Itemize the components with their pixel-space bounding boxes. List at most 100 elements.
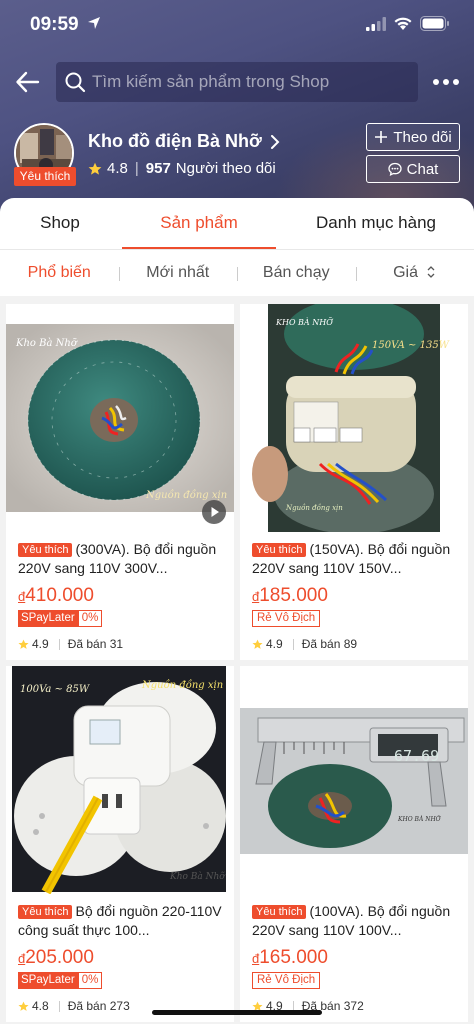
favorite-shop-badge: Yêu thích bbox=[14, 167, 76, 186]
status-bar: 09:59 bbox=[0, 0, 474, 50]
video-play-icon[interactable] bbox=[202, 500, 226, 524]
tab-categories[interactable]: Danh mục hàng bbox=[278, 198, 474, 249]
shop-info: Yêu thích Kho đồ điện Bà Nhỡ 4.8 | 957 N… bbox=[0, 123, 474, 193]
star-icon bbox=[252, 639, 263, 649]
image-caption-shop: KHO BÀ NHỠ bbox=[276, 318, 333, 327]
best-price-label: Rẻ Vô Địch bbox=[252, 972, 321, 989]
search-icon bbox=[65, 72, 86, 93]
sort-price-label: Giá bbox=[393, 264, 418, 281]
best-price-label: Rẻ Vô Địch bbox=[252, 610, 321, 627]
shop-stats: 4.8 | 957 Người theo dõi bbox=[88, 160, 276, 177]
sold-count: Đã bán 273 bbox=[58, 1000, 130, 1012]
product-card[interactable]: 67.69 KHO BÀ NHỠ Yêu thích (100VA). Bộ đổ… bbox=[240, 666, 468, 1022]
star-icon bbox=[18, 639, 29, 649]
price-value: 205.000 bbox=[25, 947, 94, 968]
product-price: đ410.000 bbox=[18, 585, 94, 607]
tab-products[interactable]: Sản phẩm bbox=[120, 198, 278, 249]
transformer-photo bbox=[6, 666, 234, 894]
product-image: 100Va ~ 85W Nguồn đồng xịn Kho Bà Nhỡ bbox=[6, 666, 234, 894]
product-price: đ165.000 bbox=[252, 947, 328, 969]
product-price: đ185.000 bbox=[252, 585, 328, 607]
sort-popular[interactable]: Phổ biến bbox=[0, 264, 119, 282]
favorite-tag: Yêu thích bbox=[18, 905, 73, 919]
spaylater-label: SPayLater bbox=[18, 972, 78, 989]
tab-shop[interactable]: Shop bbox=[0, 198, 120, 249]
more-options-icon[interactable] bbox=[432, 72, 460, 92]
sold-count: Đã bán 31 bbox=[58, 638, 123, 650]
promo-badge: Rẻ Vô Địch bbox=[252, 972, 321, 989]
product-image: Kho Bà Nhỡ Nguồn đồng xịn bbox=[6, 304, 234, 532]
product-title: Yêu thích (100VA). Bộ đổi nguồn 220V sang… bbox=[252, 902, 460, 940]
product-price: đ205.000 bbox=[18, 947, 94, 969]
cellular-signal-icon bbox=[366, 17, 386, 31]
star-icon bbox=[88, 162, 102, 175]
sort-best-selling[interactable]: Bán chạy bbox=[237, 264, 356, 282]
sort-arrows-icon bbox=[427, 266, 435, 278]
home-indicator[interactable] bbox=[152, 1010, 322, 1015]
spaylater-label: SPayLater bbox=[18, 610, 78, 627]
product-rating: 4.8 Đã bán 273 bbox=[18, 999, 130, 1013]
follower-count: 957 bbox=[145, 160, 171, 177]
star-icon bbox=[18, 1001, 29, 1011]
sort-newest[interactable]: Mới nhất bbox=[118, 264, 238, 282]
price-value: 165.000 bbox=[259, 947, 328, 968]
image-caption-spec: 100Va ~ 85W bbox=[20, 684, 90, 695]
stats-divider: | bbox=[134, 160, 139, 177]
top-nav bbox=[0, 60, 474, 104]
shop-rating: 4.8 bbox=[107, 160, 128, 177]
location-arrow-icon bbox=[88, 17, 100, 29]
image-caption-quality: Nguồn đồng xịn bbox=[142, 680, 224, 691]
product-image: KHO BÀ NHỠ 150VA ~ 135W Nguồn đồng xịn bbox=[240, 304, 468, 532]
promo-badge: SPayLater 0% bbox=[18, 972, 103, 989]
product-title: Yêu thích Bộ đổi nguồn 220-110V công suất… bbox=[18, 902, 226, 940]
chat-bubble-icon bbox=[388, 162, 402, 176]
product-card[interactable]: KHO BÀ NHỠ 150VA ~ 135W Nguồn đồng xịn Y… bbox=[240, 304, 468, 660]
sort-price[interactable]: Giá bbox=[355, 264, 474, 282]
chevron-right-icon bbox=[270, 134, 280, 149]
follow-label: Theo dõi bbox=[393, 128, 452, 146]
product-title: Yêu thích (300VA). Bộ đổi nguồn 220V sang… bbox=[18, 540, 226, 578]
product-card[interactable]: Kho Bà Nhỡ Nguồn đồng xịn Yêu thích (300V… bbox=[6, 304, 234, 660]
product-rating: 4.9 Đã bán 89 bbox=[252, 637, 357, 651]
price-value: 185.000 bbox=[259, 585, 328, 606]
shop-name: Kho đồ điện Bà Nhỡ bbox=[88, 131, 262, 151]
image-caption-shop: Kho Bà Nhỡ bbox=[170, 872, 225, 882]
image-caption-quality: Nguồn đồng xịn bbox=[286, 504, 343, 512]
chat-button[interactable]: Chat bbox=[366, 155, 460, 183]
shop-tabs: Shop Sản phẩm Danh mục hàng bbox=[0, 198, 474, 250]
follower-label: Người theo dõi bbox=[175, 160, 276, 177]
plus-icon bbox=[375, 131, 388, 143]
product-card[interactable]: 100Va ~ 85W Nguồn đồng xịn Kho Bà Nhỡ Yê… bbox=[6, 666, 234, 1022]
battery-icon bbox=[420, 16, 449, 31]
chat-label: Chat bbox=[406, 160, 439, 178]
shop-name-link[interactable]: Kho đồ điện Bà Nhỡ bbox=[88, 131, 282, 152]
image-caption-shop: KHO BÀ NHỠ bbox=[398, 816, 441, 823]
image-caption-shop: Kho Bà Nhỡ bbox=[16, 338, 77, 349]
sold-count: Đã bán 89 bbox=[292, 638, 357, 650]
price-value: 410.000 bbox=[25, 585, 94, 606]
promo-badge: SPayLater 0% bbox=[18, 610, 103, 627]
search-input[interactable] bbox=[92, 72, 402, 92]
favorite-tag: Yêu thích bbox=[18, 543, 73, 557]
rating-value: 4.9 bbox=[266, 637, 283, 651]
product-title: Yêu thích (150VA). Bộ đổi nguồn 220V sang… bbox=[252, 540, 460, 578]
wifi-icon bbox=[394, 17, 412, 30]
favorite-tag: Yêu thích bbox=[252, 543, 307, 557]
spaylater-percent: 0% bbox=[77, 610, 103, 627]
rating-value: 4.8 bbox=[32, 999, 49, 1013]
status-time: 09:59 bbox=[30, 14, 79, 35]
product-rating: 4.9 Đã bán 31 bbox=[18, 637, 123, 651]
transformer-photo bbox=[240, 666, 468, 894]
sort-bar: Phổ biến Mới nhất Bán chạy Giá bbox=[0, 250, 474, 296]
back-arrow-icon[interactable] bbox=[14, 68, 42, 96]
product-image: 67.69 KHO BÀ NHỠ bbox=[240, 666, 468, 894]
rating-value: 4.9 bbox=[32, 637, 49, 651]
follow-button[interactable]: Theo dõi bbox=[366, 123, 460, 151]
spaylater-percent: 0% bbox=[77, 972, 103, 989]
image-caption-spec: 150VA ~ 135W bbox=[372, 340, 449, 351]
transformer-photo bbox=[240, 304, 468, 532]
search-box[interactable] bbox=[56, 62, 418, 102]
favorite-tag: Yêu thích bbox=[252, 905, 307, 919]
promo-badge: Rẻ Vô Địch bbox=[252, 610, 321, 627]
caliper-readout: 67.69 bbox=[394, 747, 440, 765]
